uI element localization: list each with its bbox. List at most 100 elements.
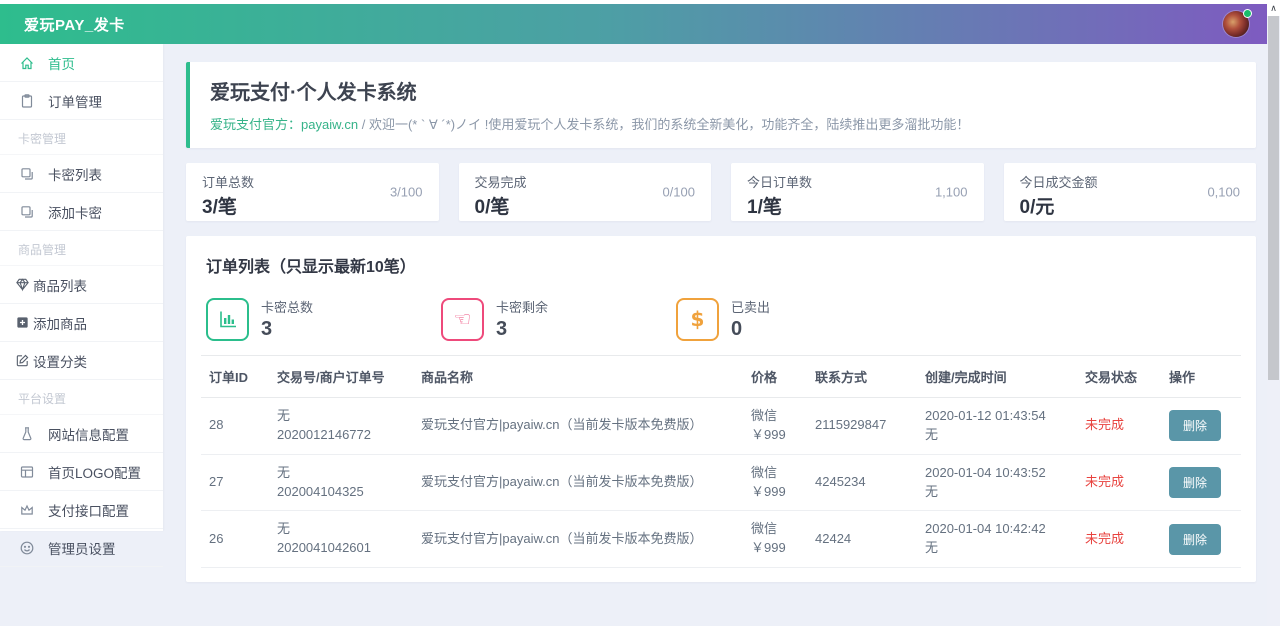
table-row: 27 无202004104325 爱玩支付官方|payaiw.cn（当前发卡版本… (201, 454, 1241, 511)
avatar[interactable] (1223, 11, 1249, 37)
order-list-card: 订单列表（只显示最新10笔） 卡密总数 3 ☜ 卡密剩 (186, 236, 1256, 582)
mini-stat-card-remaining: ☜ 卡密剩余 3 (441, 297, 676, 341)
scrollbar[interactable]: ∧ (1267, 0, 1280, 626)
mini-stat-card-total: 卡密总数 3 (206, 297, 441, 341)
app-header: 爱玩PAY_发卡 (0, 4, 1267, 44)
crown-icon (18, 501, 35, 518)
contact: 42424 (807, 511, 917, 568)
stat-card-completed-trades: 交易完成 0/笔 0/100 (459, 163, 712, 221)
scroll-up-button[interactable]: ∧ (1267, 0, 1280, 16)
sidebar-section-platform-settings: 平台设置 (0, 380, 163, 415)
sidebar-item-label: 支付接口配置 (48, 500, 129, 520)
time-cell: 2020-01-04 10:42:42无 (917, 511, 1077, 568)
official-site-link[interactable]: 爱玩支付官方：payaiw.cn (210, 117, 358, 132)
table-row: 28 无2020012146772 爱玩支付官方|payaiw.cn（当前发卡版… (201, 398, 1241, 455)
stat-quota: 3/100 (390, 185, 423, 200)
price-cell: 微信￥999 (743, 398, 807, 455)
bar-chart-icon (206, 298, 249, 341)
online-status-badge (1243, 9, 1252, 18)
sidebar-item-label: 订单管理 (48, 91, 102, 111)
delete-button[interactable]: 删除 (1169, 524, 1221, 555)
time-cell: 2020-01-04 10:43:52无 (917, 454, 1077, 511)
hand-pointer-glyph: ☜ (454, 309, 472, 329)
order-list-title: 订单列表（只显示最新10笔） (201, 253, 1241, 277)
column-header-actions: 操作 (1161, 356, 1241, 398)
sidebar-item-admin-settings[interactable]: 管理员设置 (0, 529, 163, 567)
table-header-row: 订单ID 交易号/商户订单号 商品名称 价格 联系方式 创建/完成时间 交易状态… (201, 356, 1241, 398)
smiley-icon (18, 539, 35, 556)
price-cell: 微信￥999 (743, 454, 807, 511)
layout-icon (18, 463, 35, 480)
sidebar-item-set-category[interactable]: 设置分类 (0, 342, 163, 380)
sidebar-section-label: 商品管理 (18, 241, 66, 258)
column-header-contact: 联系方式 (807, 356, 917, 398)
clipboard-icon (18, 92, 35, 109)
sidebar-item-home[interactable]: 首页 (0, 44, 163, 82)
mini-stat-label: 卡密总数 (261, 297, 313, 316)
column-header-time: 创建/完成时间 (917, 356, 1077, 398)
copy-icon (18, 203, 35, 220)
mini-stat-card-sold: $ 已卖出 0 (676, 297, 911, 341)
trade-no-cell: 无2020041042601 (269, 511, 413, 568)
plus-square-icon (14, 314, 31, 331)
mini-stat-label: 卡密剩余 (496, 297, 548, 316)
mini-stat-value: 3 (496, 318, 548, 341)
order-id: 26 (201, 511, 269, 568)
welcome-text: 欢迎一(* ` ∀ ´*)ノイ !使用爱玩个人发卡系统，我们的系统全新美化，功能… (369, 117, 969, 132)
sidebar-item-orders[interactable]: 订单管理 (0, 82, 163, 120)
column-header-price: 价格 (743, 356, 807, 398)
sidebar: 首页 订单管理 卡密管理 卡密列表 添加卡密 商品管理 (0, 44, 163, 531)
sidebar-item-site-info-config[interactable]: 网站信息配置 (0, 415, 163, 453)
trade-no-cell: 无202004104325 (269, 454, 413, 511)
sidebar-item-add-card[interactable]: 添加卡密 (0, 193, 163, 231)
welcome-subtitle: 爱玩支付官方：payaiw.cn / 欢迎一(* ` ∀ ´*)ノイ !使用爱玩… (210, 114, 1236, 133)
stat-cards-row: 订单总数 3/笔 3/100 交易完成 0/笔 0/100 今日订单数 1/笔 … (186, 163, 1256, 221)
sidebar-item-logo-config[interactable]: 首页LOGO配置 (0, 453, 163, 491)
column-header-status: 交易状态 (1077, 356, 1161, 398)
sidebar-section-card-mgmt: 卡密管理 (0, 120, 163, 155)
home-icon (18, 54, 35, 71)
stat-quota: 0,100 (1207, 185, 1240, 200)
stat-card-today-orders: 今日订单数 1/笔 1,100 (731, 163, 984, 221)
sidebar-item-payment-config[interactable]: 支付接口配置 (0, 491, 163, 529)
sidebar-item-card-list[interactable]: 卡密列表 (0, 155, 163, 193)
delete-button[interactable]: 删除 (1169, 410, 1221, 441)
column-header-order-id: 订单ID (201, 356, 269, 398)
sidebar-item-label: 添加卡密 (48, 202, 102, 222)
mini-stat-value: 0 (731, 318, 770, 341)
sidebar-item-product-list[interactable]: 商品列表 (0, 266, 163, 304)
dollar-icon: $ (676, 298, 719, 341)
stat-card-today-amount: 今日成交金额 0/元 0,100 (1004, 163, 1257, 221)
mini-stat-label: 已卖出 (731, 297, 770, 316)
price-cell: 微信￥999 (743, 511, 807, 568)
sidebar-item-add-product[interactable]: 添加商品 (0, 304, 163, 342)
sidebar-section-label: 卡密管理 (18, 130, 66, 147)
order-id: 28 (201, 398, 269, 455)
stat-quota: 0/100 (662, 185, 695, 200)
flask-icon (18, 425, 35, 442)
column-header-trade-no: 交易号/商户订单号 (269, 356, 413, 398)
order-id: 27 (201, 454, 269, 511)
sidebar-item-label: 商品列表 (33, 275, 87, 295)
sidebar-section-product-mgmt: 商品管理 (0, 231, 163, 266)
scrollbar-thumb[interactable] (1268, 16, 1279, 380)
product-name: 爱玩支付官方|payaiw.cn（当前发卡版本免费版） (413, 398, 743, 455)
dollar-glyph: $ (691, 309, 705, 329)
main-content: 爱玩支付·个人发卡系统 爱玩支付官方：payaiw.cn / 欢迎一(* ` ∀… (163, 44, 1280, 582)
page-title: 爱玩支付·个人发卡系统 (210, 76, 1236, 105)
table-row: 26 无2020041042601 爱玩支付官方|payaiw.cn（当前发卡版… (201, 511, 1241, 568)
delete-button[interactable]: 删除 (1169, 467, 1221, 498)
hand-pointer-icon: ☜ (441, 298, 484, 341)
time-cell: 2020-01-12 01:43:54无 (917, 398, 1077, 455)
sidebar-section-label: 平台设置 (18, 390, 66, 407)
gem-icon (14, 276, 31, 293)
sidebar-item-label: 设置分类 (33, 351, 87, 371)
column-header-product: 商品名称 (413, 356, 743, 398)
sidebar-item-label: 添加商品 (33, 313, 87, 333)
stat-card-total-orders: 订单总数 3/笔 3/100 (186, 163, 439, 221)
stat-quota: 1,100 (935, 185, 968, 200)
trade-no-cell: 无2020012146772 (269, 398, 413, 455)
app-title: 爱玩PAY_发卡 (24, 14, 125, 35)
sidebar-item-label: 管理员设置 (48, 538, 116, 558)
mini-stat-value: 3 (261, 318, 313, 341)
